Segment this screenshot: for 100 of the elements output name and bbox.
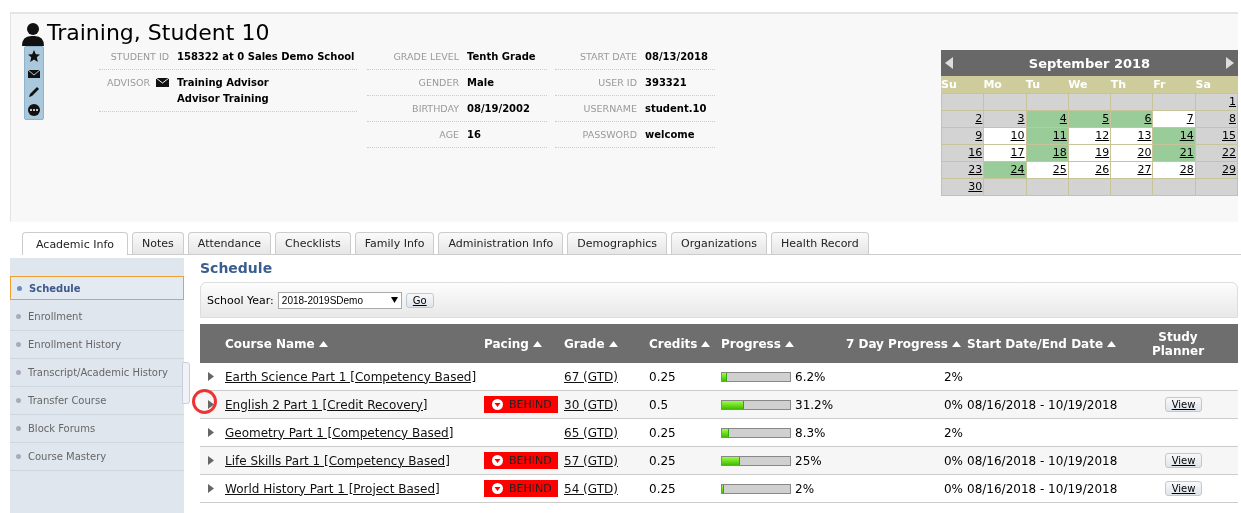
expand-icon[interactable] [207, 372, 214, 381]
calendar-day[interactable]: 18 [1026, 145, 1068, 161]
calendar-day[interactable]: 30 [942, 179, 984, 195]
expand-icon[interactable] [207, 428, 214, 437]
calendar-day[interactable]: 27 [1111, 162, 1153, 178]
calendar-day[interactable]: 10 [984, 128, 1026, 144]
calendar-day[interactable]: 15 [1195, 128, 1237, 144]
field-label: ADVISOR [106, 77, 150, 90]
tab[interactable]: Organizations [671, 232, 768, 254]
calendar-day[interactable]: 8 [1195, 111, 1237, 127]
calendar-day[interactable]: 5 [1068, 111, 1111, 127]
expand-icon[interactable] [207, 456, 214, 465]
weekday-label: Th [1110, 78, 1128, 91]
course-link[interactable]: Geometry Part 1 [Competency Based] [225, 425, 454, 440]
column-header[interactable]: Pacing [484, 336, 529, 351]
field-label: START DATE [579, 51, 637, 62]
field-label: BIRTHDAY [412, 103, 459, 114]
sidebar-item[interactable]: Course Mastery [10, 443, 184, 471]
calendar-day[interactable]: 7 [1153, 111, 1195, 127]
grade-link[interactable]: 54 (GTD) [564, 481, 618, 496]
calendar-day[interactable]: 11 [1026, 128, 1068, 144]
sidebar-item[interactable]: Enrollment [10, 303, 184, 331]
calendar-day[interactable]: 2 [942, 111, 984, 127]
sidebar-item[interactable]: Schedule [10, 276, 184, 300]
grade-link[interactable]: 65 (GTD) [564, 425, 618, 440]
previous-month-icon[interactable] [945, 57, 953, 69]
view-button[interactable]: View [1164, 481, 1203, 496]
progress-percent: 8.3% [795, 425, 826, 440]
view-button[interactable]: View [1164, 453, 1203, 468]
tab[interactable]: Health Record [771, 232, 869, 254]
calendar-day[interactable]: 12 [1068, 128, 1111, 144]
calendar-day[interactable]: 28 [1153, 162, 1195, 178]
progress-percent: 2% [795, 481, 815, 496]
behind-badge: BEHIND [484, 396, 558, 413]
column-header: Study Planner [1150, 329, 1206, 358]
school-year-dropdown[interactable]: 2018-2019SDemo [277, 291, 402, 309]
sidebar-item[interactable]: Enrollment History [10, 331, 184, 359]
column-header[interactable]: Credits [649, 336, 698, 351]
tab[interactable]: Checklists [275, 232, 351, 254]
mail-icon[interactable] [156, 77, 169, 87]
calendar-day[interactable]: 16 [942, 145, 984, 161]
credits-cell: 0.25 [649, 481, 676, 496]
grade-link[interactable]: 30 (GTD) [564, 397, 618, 412]
calendar-day[interactable]: 26 [1068, 162, 1111, 178]
grade-link[interactable]: 57 (GTD) [564, 453, 618, 468]
calendar-day[interactable]: 13 [1111, 128, 1153, 144]
dropdown-caret-icon [390, 297, 398, 303]
view-button[interactable]: View [1164, 397, 1203, 412]
tab[interactable]: Family Info [354, 232, 435, 254]
course-link[interactable]: English 2 Part 1 [Credit Recovery] [225, 397, 428, 412]
seven-day-progress: 2% [943, 369, 963, 384]
credits-cell: 0.25 [649, 369, 676, 384]
calendar-day[interactable]: 4 [1026, 111, 1068, 127]
tab[interactable]: Notes [132, 232, 184, 254]
course-link[interactable]: Earth Science Part 1 [Competency Based] [225, 369, 477, 384]
calendar-day[interactable]: 29 [1195, 162, 1237, 178]
more-icon[interactable] [25, 101, 43, 119]
course-link[interactable]: World History Part 1 [Project Based] [225, 481, 440, 496]
calendar-day[interactable]: 23 [942, 162, 984, 178]
field-label: AGE [439, 129, 459, 140]
calendar-day[interactable]: 25 [1026, 162, 1068, 178]
expand-icon[interactable] [207, 484, 214, 493]
field-label: School Year: [207, 293, 274, 307]
calendar-day[interactable]: 17 [984, 145, 1026, 161]
field-value: 08/19/2002 [467, 103, 531, 114]
calendar-month: September 2018 [1028, 55, 1151, 71]
tab[interactable]: Attendance [187, 232, 271, 254]
tab[interactable]: Academic Info [22, 232, 128, 255]
calendar-day[interactable]: 21 [1153, 145, 1195, 161]
column-header[interactable]: 7 Day Progress [845, 336, 948, 351]
column-header[interactable]: Grade [564, 336, 605, 351]
calendar-day[interactable]: 24 [984, 162, 1026, 178]
calendar-day[interactable]: 3 [984, 111, 1026, 127]
collapse-handle[interactable] [182, 362, 190, 404]
credits-cell: 0.25 [649, 425, 676, 440]
go-button[interactable]: Go [405, 292, 434, 308]
calendar-day[interactable]: 20 [1111, 145, 1153, 161]
tab[interactable]: Demographics [567, 232, 667, 254]
field-value: 158322 at 0 Sales Demo School [177, 51, 356, 62]
progress-percent: 25% [795, 453, 822, 468]
calendar-day[interactable]: 6 [1111, 111, 1153, 127]
column-header[interactable]: Course Name [225, 336, 315, 351]
field-value: Male [467, 77, 495, 88]
column-header[interactable]: Start Date/End Date [967, 336, 1104, 351]
column-header[interactable]: Progress [721, 336, 781, 351]
calendar-day[interactable]: 1 [1195, 94, 1237, 110]
calendar-day[interactable]: 22 [1195, 145, 1237, 161]
expand-icon[interactable] [207, 400, 214, 409]
seven-day-progress: 2% [943, 425, 963, 440]
sort-icon [318, 340, 328, 347]
calendar-day[interactable]: 19 [1068, 145, 1111, 161]
calendar-day[interactable]: 9 [942, 128, 984, 144]
grade-link[interactable]: 67 (GTD) [564, 369, 618, 384]
tab[interactable]: Administration Info [438, 232, 564, 254]
sidebar-item[interactable]: Block Forums [10, 415, 184, 443]
field-label: USERNAME [583, 103, 637, 114]
calendar-day[interactable]: 14 [1153, 128, 1195, 144]
field-value: welcome [645, 129, 696, 140]
course-link[interactable]: Life Skills Part 1 [Competency Based] [225, 453, 450, 468]
next-month-icon[interactable] [1226, 57, 1234, 69]
